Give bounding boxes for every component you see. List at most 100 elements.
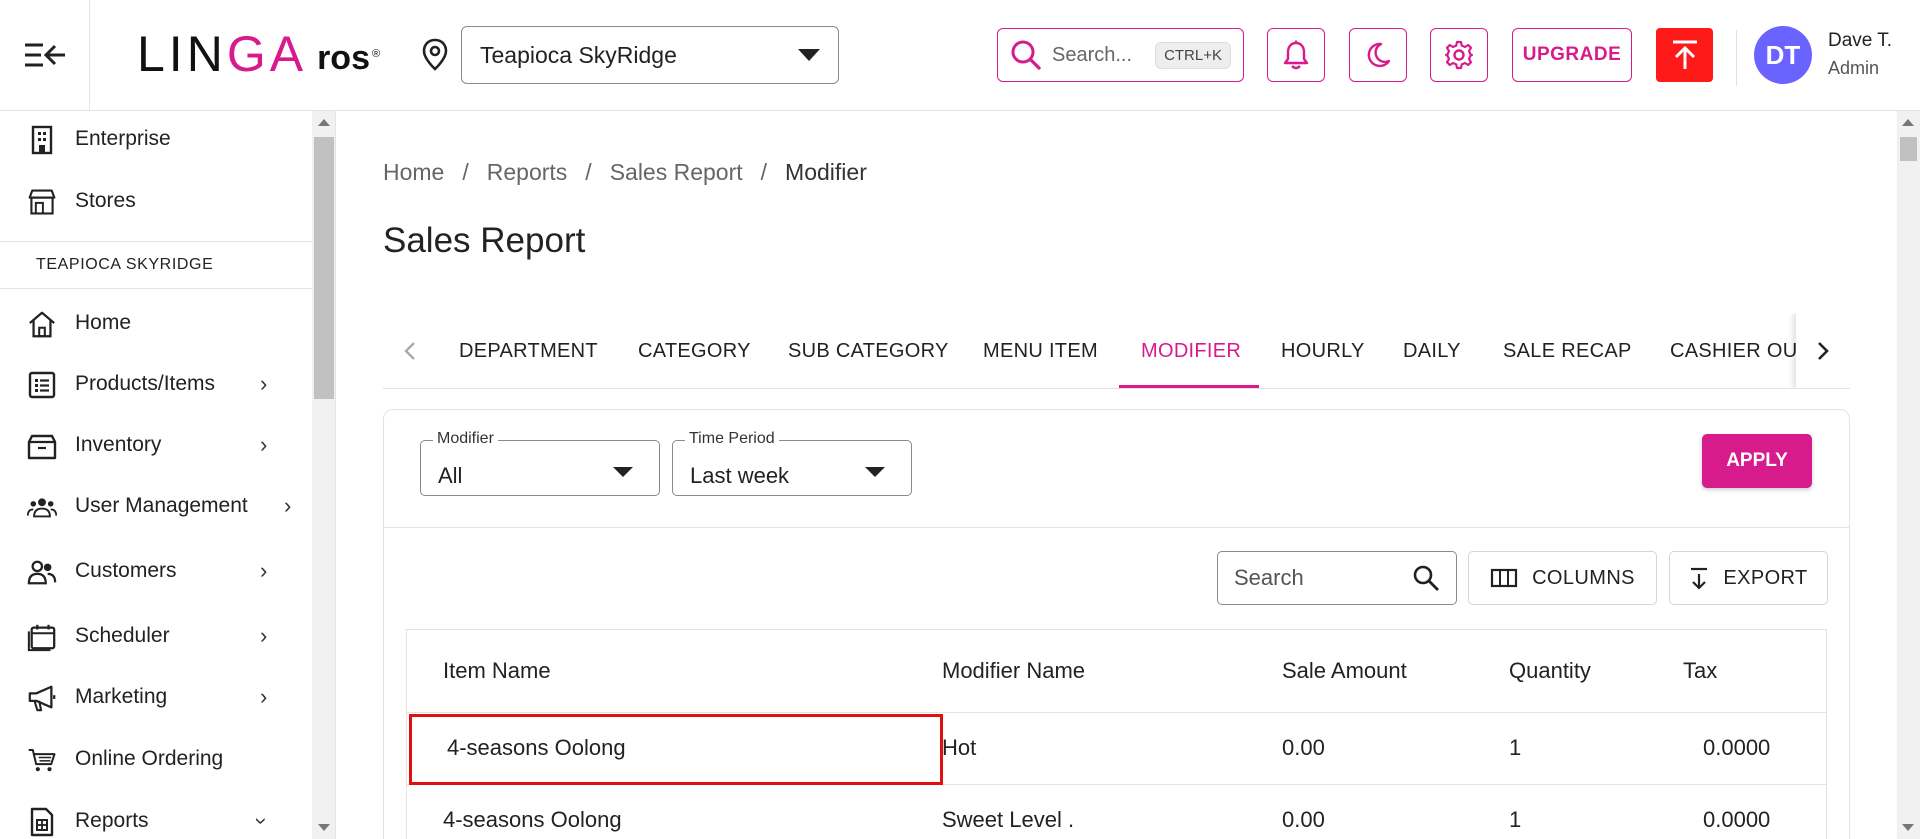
chevron-down-icon: › <box>249 817 275 825</box>
tabs-scroll-right-button[interactable] <box>1796 313 1850 388</box>
collapse-menu-icon <box>24 43 65 67</box>
columns-button-label: COLUMNS <box>1532 566 1635 589</box>
tab-menu-item[interactable]: MENU ITEM <box>983 313 1098 388</box>
sidebar-item-label: Home <box>75 311 132 334</box>
global-search-placeholder: Search... <box>1052 43 1133 66</box>
sidebar-scrollbar[interactable] <box>312 111 335 839</box>
time-period-label: Time Period <box>685 430 779 448</box>
table-search-input[interactable]: Search <box>1217 551 1457 605</box>
tabs-scroll-left-button[interactable] <box>383 313 437 388</box>
breadcrumb-sales-report[interactable]: Sales Report <box>610 159 743 186</box>
collapse-menu-button[interactable] <box>0 0 90 110</box>
notifications-button[interactable] <box>1267 28 1325 82</box>
export-download-icon <box>1691 567 1708 590</box>
tab-hourly[interactable]: HOURLY <box>1281 313 1365 388</box>
sidebar-item-label: Customers <box>75 559 177 582</box>
apply-button[interactable]: APPLY <box>1702 434 1812 488</box>
column-header-quantity[interactable]: Quantity <box>1509 658 1591 684</box>
breadcrumb-home[interactable]: Home <box>383 159 444 186</box>
main-content: Home / Reports / Sales Report / Modifier… <box>337 111 1897 839</box>
sidebar-item-scheduler[interactable]: Scheduler › <box>0 608 312 664</box>
publish-button[interactable] <box>1656 28 1713 82</box>
scroll-down-arrow-icon[interactable] <box>318 824 330 831</box>
sidebar-item-marketing[interactable]: Marketing › <box>0 669 312 725</box>
global-search-button[interactable]: Search... CTRL+K <box>997 28 1244 82</box>
scroll-down-arrow-icon[interactable] <box>1902 824 1914 831</box>
sidebar-scroll-thumb[interactable] <box>314 137 334 399</box>
cell-quantity: 1 <box>1509 807 1522 832</box>
sidebar-item-enterprise[interactable]: Enterprise <box>0 111 312 167</box>
sidebar-item-label: Stores <box>75 189 136 212</box>
column-header-sale-amount[interactable]: Sale Amount <box>1282 658 1407 684</box>
chevron-right-icon: › <box>284 493 292 518</box>
cart-icon <box>27 745 57 775</box>
cell-item-name[interactable]: 4-seasons Oolong <box>447 735 626 761</box>
columns-icon <box>1490 568 1518 588</box>
chevron-right-icon: › <box>260 371 268 396</box>
report-card: Modifier All Time Period Last week APPLY… <box>383 409 1850 839</box>
caret-down-icon <box>798 49 820 61</box>
export-button[interactable]: EXPORT <box>1669 551 1828 605</box>
breadcrumb-reports[interactable]: Reports <box>487 159 568 186</box>
cell-modifier-name: Hot <box>942 735 977 760</box>
sidebar-item-label: Online Ordering <box>75 747 224 770</box>
home-icon <box>27 309 57 339</box>
sidebar-item-reports[interactable]: Reports › <box>0 793 312 839</box>
column-header-tax[interactable]: Tax <box>1683 658 1717 684</box>
sidebar-item-online-ordering[interactable]: Online Ordering <box>0 731 312 787</box>
sidebar-item-label: Products/Items <box>75 372 216 395</box>
search-shortcut-badge: CTRL+K <box>1155 41 1231 69</box>
tab-daily[interactable]: DAILY <box>1403 313 1461 388</box>
sidebar: Enterprise Stores TEAPIOCA SKYRIDGE Home… <box>0 111 336 839</box>
tab-department[interactable]: DEPARTMENT <box>459 313 598 388</box>
gear-icon <box>1444 40 1474 70</box>
time-period-select[interactable]: Time Period Last week <box>672 430 912 496</box>
scroll-up-arrow-icon[interactable] <box>1902 119 1914 126</box>
table-row[interactable]: 4-seasons Oolong Sweet Level . 0.00 1 0.… <box>407 785 1826 839</box>
column-header-item-name[interactable]: Item Name <box>443 658 551 684</box>
tab-sale-recap[interactable]: SALE RECAP <box>1503 313 1632 388</box>
location-pin-icon <box>421 38 449 77</box>
sidebar-item-inventory[interactable]: Inventory › <box>0 417 312 473</box>
upgrade-button[interactable]: UPGRADE <box>1512 28 1632 82</box>
store-section-title: TEAPIOCA SKYRIDGE <box>0 241 312 289</box>
breadcrumb: Home / Reports / Sales Report / Modifier <box>383 159 867 186</box>
sidebar-item-label: Inventory <box>75 433 162 456</box>
sidebar-item-label: Reports <box>75 809 149 832</box>
main-scrollbar[interactable] <box>1897 111 1920 839</box>
chevron-right-icon <box>1818 342 1829 360</box>
report-tabs: DEPARTMENT CATEGORY SUB CATEGORY MENU IT… <box>383 313 1850 389</box>
search-icon <box>1011 40 1042 71</box>
cell-quantity: 1 <box>1509 735 1522 760</box>
sidebar-item-user-management[interactable]: User Management › <box>0 478 312 534</box>
modifier-filter-label: Modifier <box>433 430 498 448</box>
tab-cashier-out[interactable]: CASHIER OUT <box>1670 313 1810 388</box>
modifier-filter-select[interactable]: Modifier All <box>420 430 660 496</box>
columns-button[interactable]: COLUMNS <box>1468 551 1657 605</box>
users-icon <box>27 492 57 522</box>
breadcrumb-separator: / <box>462 159 469 185</box>
modifier-filter-value: All <box>438 463 463 488</box>
user-avatar[interactable]: DT <box>1754 26 1812 84</box>
store-selector[interactable]: Teapioca SkyRidge <box>461 26 839 84</box>
cell-sale-amount: 0.00 <box>1282 807 1325 832</box>
sidebar-item-products-items[interactable]: Products/Items › <box>0 356 312 412</box>
tab-modifier[interactable]: MODIFIER <box>1141 313 1241 388</box>
tab-category[interactable]: CATEGORY <box>638 313 751 388</box>
dark-mode-toggle[interactable] <box>1349 28 1407 82</box>
user-name: Dave T. <box>1828 30 1893 51</box>
breadcrumb-current: Modifier <box>785 159 867 185</box>
sidebar-item-home[interactable]: Home <box>0 295 312 351</box>
settings-button[interactable] <box>1430 28 1488 82</box>
column-header-modifier-name[interactable]: Modifier Name <box>942 658 1085 684</box>
sidebar-item-customers[interactable]: Customers › <box>0 543 312 599</box>
table-row[interactable]: 4-seasons Oolong Hot 0.00 1 0.0000 <box>407 713 1826 785</box>
linga-logo[interactable]: LIN GA ros ® <box>137 28 380 80</box>
tab-sub-category[interactable]: SUB CATEGORY <box>788 313 949 388</box>
scroll-up-arrow-icon[interactable] <box>318 119 330 126</box>
sidebar-item-stores[interactable]: Stores <box>0 173 312 229</box>
main-scroll-thumb[interactable] <box>1900 137 1917 161</box>
chevron-right-icon: › <box>260 684 268 709</box>
bell-icon <box>1283 40 1309 70</box>
cell-item-name[interactable]: 4-seasons Oolong <box>443 807 622 833</box>
